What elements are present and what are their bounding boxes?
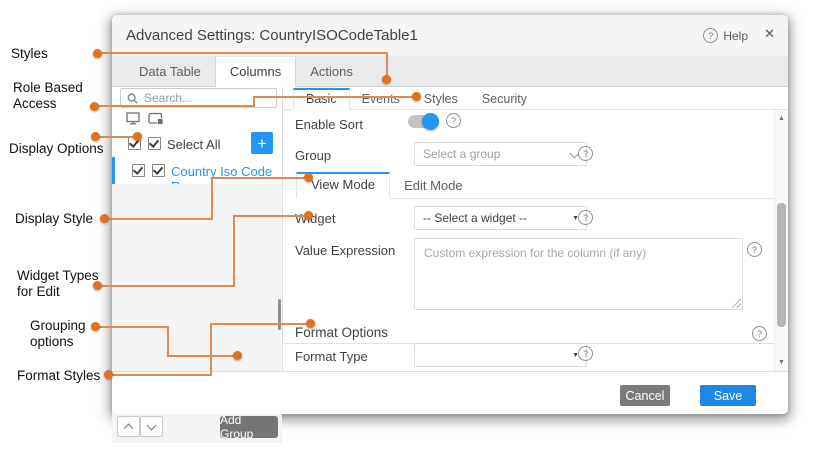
annotation-line — [233, 215, 308, 217]
scrollbar-thumb[interactable] — [777, 203, 786, 327]
annotation-line — [99, 285, 235, 287]
desktop-icon[interactable] — [126, 112, 141, 125]
annotation-widget-types: Widget Types for Edit — [17, 268, 109, 300]
scroll-down-icon[interactable]: ▼ — [775, 359, 788, 366]
annotation-dot — [382, 75, 391, 84]
annotation-dot — [306, 319, 315, 328]
annotation-line — [105, 218, 213, 220]
select-all-edit-checkbox[interactable] — [148, 137, 161, 150]
annotation-dot — [104, 370, 113, 379]
annotation-line — [110, 374, 212, 376]
annotation-dot — [91, 132, 100, 141]
columns-list-panel: Select All + Country Iso Code Re... Add … — [112, 87, 283, 371]
column-list-item[interactable]: Country Iso Code Re... — [112, 157, 282, 184]
help-control[interactable]: ? Help — [703, 28, 748, 43]
tab-security[interactable]: Security — [470, 88, 539, 109]
annotation-line — [211, 177, 308, 179]
column-edit-checkbox[interactable] — [152, 164, 165, 177]
device-filter-row — [126, 112, 164, 125]
widget-select[interactable]: -- Select a widget -- ▼ — [414, 206, 587, 230]
resize-grip-icon[interactable] — [732, 299, 741, 308]
column-view-checkbox[interactable] — [132, 164, 145, 177]
scroll-up-icon[interactable]: ▲ — [775, 115, 788, 122]
chevron-down-icon — [147, 421, 157, 431]
add-group-button[interactable]: Add Group — [220, 416, 278, 438]
tab-basic[interactable]: Basic — [293, 88, 350, 110]
chevron-up-icon — [124, 423, 134, 433]
help-label[interactable]: Help — [723, 29, 748, 43]
annotation-dot — [100, 214, 109, 223]
tab-data-table[interactable]: Data Table — [125, 57, 215, 88]
group-select-placeholder: Select a group — [423, 147, 500, 161]
help-icon[interactable]: ? — [703, 28, 718, 43]
annotation-line — [97, 136, 137, 138]
annotation-line — [167, 355, 237, 357]
annotation-line — [97, 326, 169, 328]
annotation-styles: Styles — [11, 46, 48, 62]
group-label: Group — [295, 148, 331, 163]
annotation-grouping-options: Grouping options — [30, 318, 100, 350]
search-input[interactable] — [142, 90, 266, 106]
widget-select-value: -- Select a widget -- — [423, 211, 527, 225]
format-options-help-icon[interactable]: ? — [752, 326, 767, 341]
dialog-title: Advanced Settings: CountryISOCodeTable1 — [126, 27, 418, 44]
close-icon[interactable]: ✕ — [764, 27, 775, 41]
annotation-role-based-access: Role Based Access — [13, 80, 95, 112]
select-all-label: Select All — [167, 137, 220, 152]
enable-sort-toggle[interactable] — [408, 115, 436, 128]
annotation-line — [210, 323, 212, 376]
move-down-button[interactable] — [140, 416, 163, 437]
annotation-line — [167, 326, 169, 357]
column-settings-panel: Basic Events Styles Security Enable Sort… — [284, 87, 788, 371]
tab-columns[interactable]: Columns — [215, 57, 296, 88]
tab-edit-mode[interactable]: Edit Mode — [390, 172, 477, 198]
value-expression-label: Value Expression — [295, 243, 395, 258]
move-up-button[interactable] — [117, 416, 140, 437]
dialog-titlebar: Advanced Settings: CountryISOCodeTable1 … — [112, 15, 788, 57]
tab-events[interactable]: Events — [350, 88, 412, 109]
annotation-line — [253, 96, 415, 98]
settings-tabstrip: Basic Events Styles Security — [284, 88, 788, 110]
format-type-label: Format Type — [295, 349, 368, 364]
annotation-display-style: Display Style — [15, 211, 93, 227]
search-icon — [127, 93, 138, 104]
add-column-button[interactable]: + — [251, 132, 273, 154]
annotation-line — [97, 105, 255, 107]
annotation-dot — [304, 173, 313, 182]
group-select[interactable]: Select a group — [414, 142, 587, 166]
annotation-dot — [133, 132, 142, 141]
mode-tabstrip: View Mode Edit Mode — [296, 172, 774, 199]
widget-label: Widget — [295, 211, 335, 226]
annotation-format-styles: Format Styles — [17, 368, 100, 384]
group-help-icon[interactable]: ? — [578, 146, 593, 161]
annotation-dot — [304, 211, 313, 220]
annotation-line — [211, 177, 213, 220]
format-type-select[interactable]: ▼ — [414, 343, 587, 367]
toggle-thumb — [422, 113, 439, 130]
value-expression-field[interactable] — [414, 238, 743, 310]
annotation-line — [233, 215, 235, 287]
cancel-button[interactable]: Cancel — [620, 385, 670, 406]
annotation-dot — [233, 351, 242, 360]
annotation-display-options: Display Options — [9, 141, 104, 157]
main-tabstrip: Data Table Columns Actions — [112, 57, 788, 87]
tab-actions[interactable]: Actions — [296, 57, 367, 88]
mobile-devices-icon[interactable] — [148, 112, 164, 125]
annotation-dot — [412, 92, 421, 101]
settings-scrollbar[interactable]: ▲ ▼ — [774, 110, 788, 371]
left-panel-scrollbar[interactable] — [278, 299, 281, 330]
plus-icon: + — [257, 135, 267, 152]
annotation-line — [97, 52, 388, 54]
widget-help-icon[interactable]: ? — [578, 210, 593, 225]
annotation-dot — [93, 49, 102, 58]
left-panel-footer: Add Group — [112, 413, 282, 443]
save-button[interactable]: Save — [700, 385, 756, 406]
enable-sort-label: Enable Sort — [295, 117, 363, 132]
value-expression-help-icon[interactable]: ? — [747, 242, 762, 257]
value-expression-input[interactable] — [415, 239, 742, 309]
annotation-line — [210, 323, 310, 325]
dialog-footer: Cancel Save — [112, 371, 788, 414]
enable-sort-help-icon[interactable]: ? — [446, 113, 461, 128]
format-type-help-icon[interactable]: ? — [578, 346, 593, 361]
